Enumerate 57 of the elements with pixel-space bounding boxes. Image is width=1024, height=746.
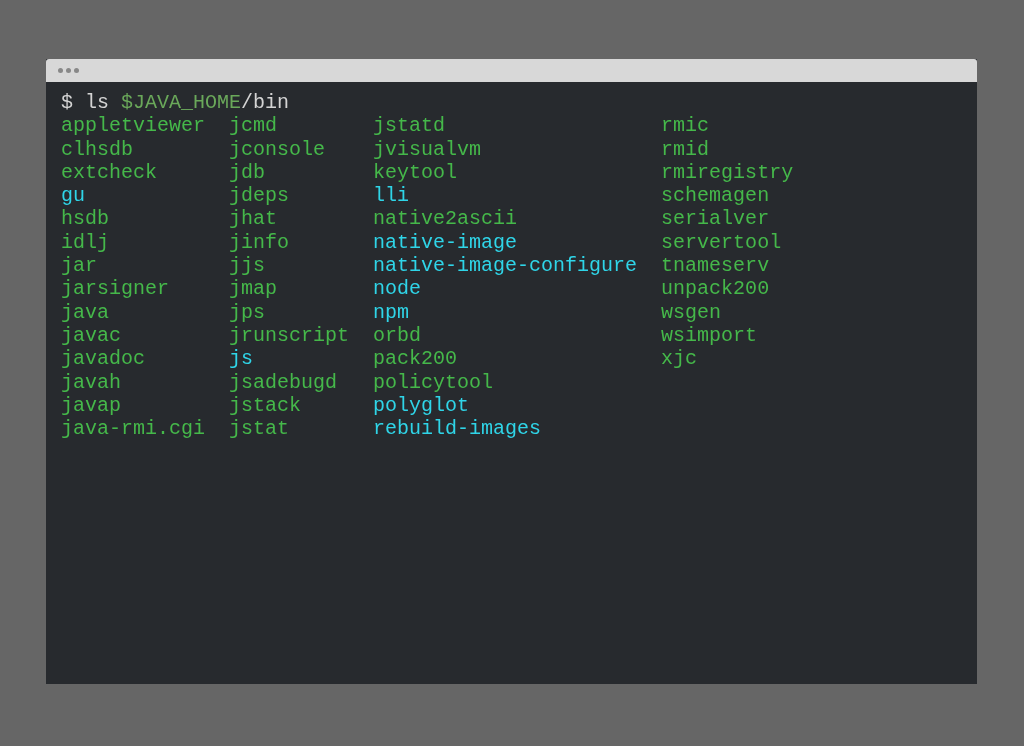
path-variable: $JAVA_HOME	[121, 91, 242, 115]
file-name: jsadebugd	[229, 370, 338, 394]
file-name: schemagen	[661, 184, 770, 208]
file-name: native-image	[373, 230, 518, 255]
file-name: polyglot	[373, 393, 470, 418]
file-name: servertool	[661, 230, 782, 255]
file-name: appletviewer	[61, 114, 206, 138]
file-name: xjc	[661, 347, 698, 371]
file-name: javah	[61, 370, 121, 394]
file-name: jcmd	[229, 114, 278, 138]
file-name: policytool	[373, 370, 494, 394]
file-name: extcheck	[61, 160, 157, 185]
file-name: jar	[61, 254, 97, 278]
file-name: jps	[229, 300, 266, 324]
file-name: jarsigner	[61, 277, 170, 301]
file-name: serialver	[661, 207, 770, 231]
file-name: javac	[61, 323, 121, 348]
file-name: keytool	[373, 160, 458, 185]
file-name: jconsole	[229, 137, 326, 161]
file-name: jstack	[229, 393, 302, 418]
file-name: javap	[61, 393, 121, 418]
file-name: clhsdb	[61, 137, 133, 161]
file-name: js	[229, 347, 254, 371]
file-name: node	[373, 277, 422, 301]
file-name: jstatd	[373, 114, 446, 138]
file-name: jmap	[229, 277, 278, 301]
file-name: gu	[61, 184, 85, 208]
file-name: java-rmi.cgi	[61, 417, 206, 441]
file-name: unpack200	[661, 277, 770, 301]
file-name: javadoc	[61, 347, 145, 371]
file-name: rmic	[661, 114, 710, 138]
file-name: jvisualvm	[373, 137, 482, 161]
file-name: java	[61, 300, 109, 324]
file-name: jrunscript	[229, 323, 350, 348]
file-name: rmid	[661, 137, 710, 161]
file-name: rebuild-images	[373, 417, 542, 441]
file-name: idlj	[61, 230, 109, 255]
file-name: native-image-configure	[373, 254, 638, 278]
file-name: tnameserv	[661, 254, 770, 278]
file-name: native2ascii	[373, 207, 518, 231]
file-name: jdeps	[229, 184, 290, 208]
file-name: jdb	[229, 160, 266, 185]
file-name: pack200	[373, 347, 458, 371]
file-name: npm	[373, 300, 410, 324]
prompt-symbol: $	[61, 91, 73, 115]
file-name: orbd	[373, 323, 422, 348]
file-name: jjs	[229, 254, 266, 278]
file-name: wsimport	[661, 323, 758, 348]
file-name: jhat	[229, 207, 278, 231]
file-name: wsgen	[661, 300, 722, 324]
file-name: rmiregistry	[661, 160, 794, 185]
file-name: jstat	[229, 417, 290, 441]
command-text: ls	[85, 91, 110, 115]
path-text: /bin	[241, 91, 290, 115]
file-name: hsdb	[61, 207, 109, 231]
file-name: jinfo	[229, 230, 290, 255]
file-name: lli	[373, 184, 410, 208]
